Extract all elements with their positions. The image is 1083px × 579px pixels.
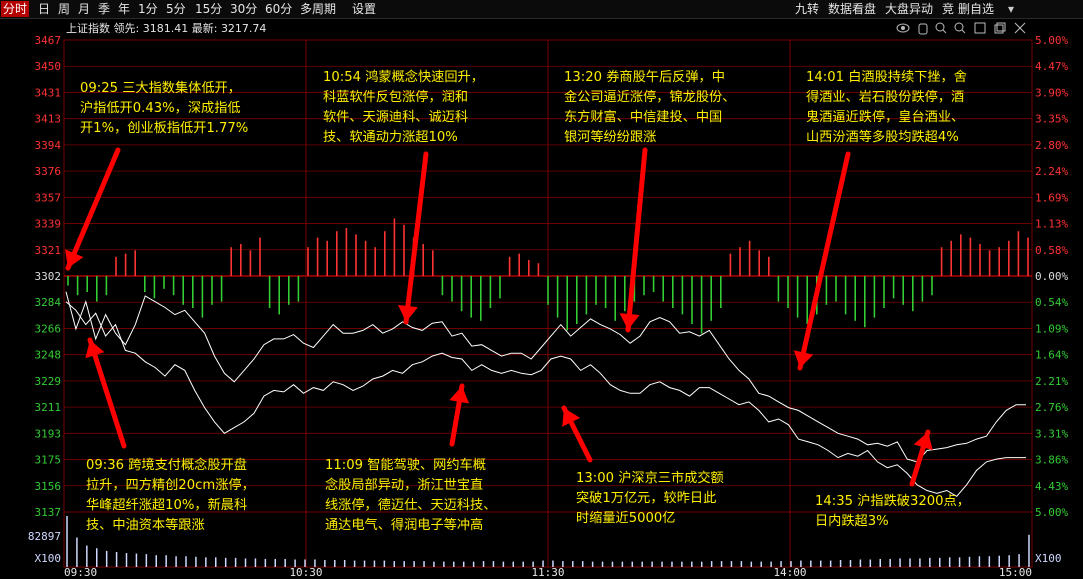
x-tick-label: 15:00 [999, 566, 1032, 579]
y-tick-pct-label: 3.90% [1035, 86, 1068, 99]
volume-max-label: 82897 [28, 530, 61, 543]
y-tick-pct-label: 0.54% [1035, 296, 1068, 309]
y-tick-pct-label: 2.76% [1035, 401, 1068, 414]
annotation-1401: 14:01 白酒股持续下挫，舍 得酒业、岩石股份跌停，酒 鬼酒逼近跌停，皇台酒业… [806, 70, 967, 145]
y-tick-pct-label: 1.69% [1035, 191, 1068, 204]
y-tick-label: 3339 [35, 218, 62, 231]
y-tick-pct-label: 2.80% [1035, 139, 1068, 152]
y-tick-label: 3266 [35, 322, 62, 335]
y-tick-label: 3229 [35, 375, 62, 388]
y-tick-label: 3302 [35, 270, 62, 283]
volume-unit-label: X100 [35, 552, 62, 565]
y-tick-pct-label: 3.86% [1035, 454, 1068, 467]
annotation-0925: 09:25 三大指数集体低开， 沪指低开0.43%，深成指低 开1%，创业板指低… [80, 81, 249, 136]
y-tick-pct-label: 4.47% [1035, 60, 1068, 73]
annotation-1320: 13:20 券商股午后反弹，中 金公司逼近涨停，锦龙股份、 东方财富、中信建投、… [564, 70, 736, 145]
y-tick-label: 3284 [35, 296, 62, 309]
y-tick-label: 3413 [35, 113, 62, 126]
y-tick-pct-label: 1.13% [1035, 218, 1068, 231]
y-tick-label: 3376 [35, 165, 62, 178]
y-tick-label: 3193 [35, 427, 62, 440]
x-tick-label: 10:30 [289, 566, 322, 579]
y-tick-pct-label: 5.00% [1035, 34, 1068, 47]
pointer-arrow-shaft [403, 151, 429, 325]
x-tick-label: 09:30 [64, 566, 97, 579]
y-tick-label: 3156 [35, 480, 62, 493]
y-tick-label: 3248 [35, 349, 62, 362]
y-tick-label: 3450 [35, 60, 62, 73]
y-tick-pct-label: 2.24% [1035, 165, 1068, 178]
price-line [65, 291, 1026, 463]
y-tick-pct-label: 3.35% [1035, 113, 1068, 126]
x-tick-label: 11:30 [531, 566, 564, 579]
annotation-1435: 14:35 沪指跌破3200点， 日内跌超3% [815, 494, 970, 529]
y-tick-label: 3321 [35, 244, 62, 257]
y-tick-pct-label: 4.43% [1035, 480, 1068, 493]
pointer-arrow-head [793, 350, 814, 368]
y-tick-pct-label: 3.31% [1035, 427, 1068, 440]
y-tick-pct-label: 0.58% [1035, 244, 1068, 257]
pointer-arrow-shaft [65, 147, 121, 271]
y-tick-label: 3137 [35, 506, 62, 519]
y-tick-label: 3211 [35, 401, 62, 414]
y-tick-label: 3394 [35, 139, 62, 152]
y-tick-pct-label: 1.09% [1035, 322, 1068, 335]
pointer-arrow-shaft [797, 151, 851, 371]
annotation-1054: 10:54 鸿蒙概念快速回升， 科蓝软件反包涨停，润和 软件、天源迪科、诚迈科 … [323, 70, 484, 145]
annotation-1300: 13:00 沪深京三市成交额 突破1万亿元，较昨日此 时缩量近5000亿 [576, 471, 724, 526]
annotation-0936: 09:36 跨境支付概念股开盘 拉升，四方精创20cm涨停， 华峰超纤涨超10%… [86, 458, 255, 533]
y-tick-pct-label: 0.00% [1035, 270, 1068, 283]
pointer-arrow-head [619, 313, 640, 330]
y-tick-label: 3357 [35, 191, 62, 204]
y-tick-pct-label: 5.00% [1035, 506, 1068, 519]
volume-unit-label: X100 [1035, 552, 1062, 565]
y-tick-label: 3431 [35, 86, 62, 99]
y-tick-pct-label: 2.21% [1035, 375, 1068, 388]
x-tick-label: 14:00 [773, 566, 806, 579]
y-tick-pct-label: 1.64% [1035, 349, 1068, 362]
pointer-arrow-head [397, 304, 418, 322]
pointer-arrow-shaft [87, 337, 127, 449]
pointer-arrow-shaft [625, 147, 648, 333]
annotation-1109: 11:09 智能驾驶、网约车概 念股局部异动，浙江世宝直 线涨停，德迈仕、天迈科… [325, 458, 497, 533]
y-tick-label: 3175 [35, 454, 62, 467]
y-tick-label: 3467 [35, 34, 62, 47]
